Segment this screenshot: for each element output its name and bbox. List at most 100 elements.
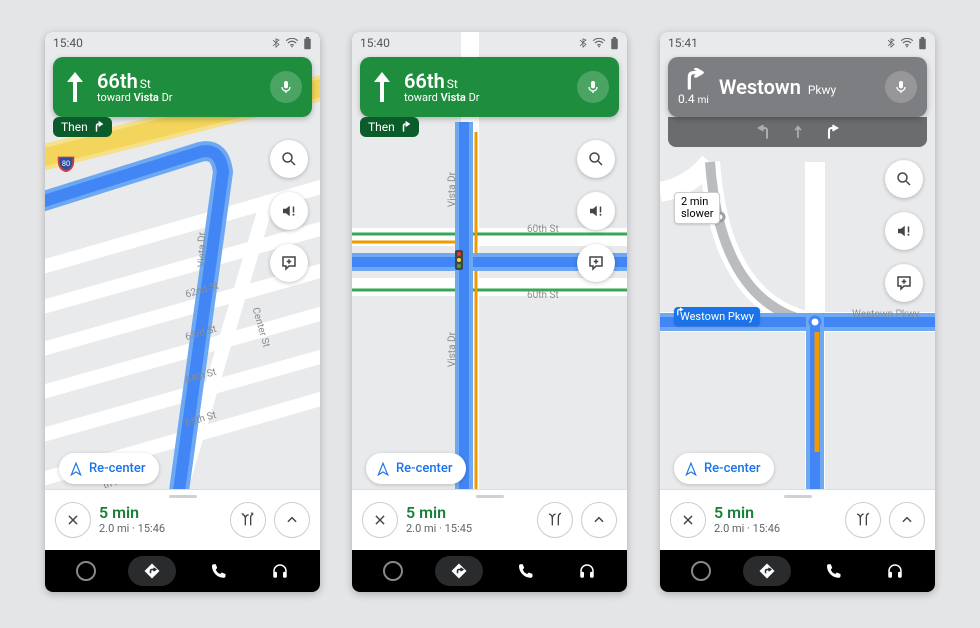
lane-guidance xyxy=(668,117,927,147)
status-bar: 15:40 xyxy=(45,32,320,54)
phone-screen-3: 2 min slower Westown Pkwy Westown Pkwy 1… xyxy=(660,32,935,592)
alt-route-label[interactable]: 2 min slower xyxy=(674,192,720,224)
alt-routes-button[interactable] xyxy=(537,502,573,538)
wifi-icon xyxy=(592,38,606,48)
nav-maps[interactable] xyxy=(743,556,791,586)
nav-maps[interactable] xyxy=(128,556,176,586)
voice-button[interactable] xyxy=(270,71,302,103)
bluetooth-icon xyxy=(886,37,896,49)
eta-sheet[interactable]: 5 min 2.0 mi · 15:46 xyxy=(660,489,935,550)
street-label: 60th St xyxy=(527,224,559,235)
eta-info: 5 min 2.0 mi · 15:46 xyxy=(99,504,222,535)
sound-button[interactable] xyxy=(270,192,308,230)
street-label: Vista Dr xyxy=(447,332,458,367)
battery-icon xyxy=(610,37,619,50)
recenter-button[interactable]: Re-center xyxy=(366,453,466,484)
recenter-button[interactable]: Re-center xyxy=(59,453,159,484)
nav-headphones[interactable] xyxy=(260,556,300,586)
highway-shield-icon: 80 xyxy=(55,152,77,174)
street-label: 60th St xyxy=(527,290,559,301)
voice-button[interactable] xyxy=(577,71,609,103)
nav-phone[interactable] xyxy=(505,556,545,586)
speech-plus-icon xyxy=(587,254,605,272)
turn-right-icon xyxy=(674,307,684,317)
direction-card[interactable]: 66thSt toward Vista Dr xyxy=(360,57,619,117)
close-nav-button[interactable] xyxy=(55,502,91,538)
system-navbar xyxy=(45,550,320,592)
phone-icon xyxy=(516,562,534,580)
routes-icon xyxy=(240,512,256,528)
route-name-label[interactable]: Westown Pkwy xyxy=(674,307,760,326)
search-button[interactable] xyxy=(885,160,923,198)
chevron-up-icon xyxy=(285,513,299,527)
up-arrow-icon xyxy=(370,70,394,104)
sound-button[interactable] xyxy=(885,212,923,250)
voice-button[interactable] xyxy=(885,71,917,103)
microphone-icon xyxy=(278,79,294,95)
alt-routes-button[interactable] xyxy=(230,502,266,538)
drag-handle[interactable] xyxy=(169,495,197,498)
nav-phone[interactable] xyxy=(198,556,238,586)
expand-sheet-button[interactable] xyxy=(581,502,617,538)
speaker-alert-icon xyxy=(587,202,605,220)
close-nav-button[interactable] xyxy=(670,502,706,538)
nav-headphones[interactable] xyxy=(567,556,607,586)
nav-home[interactable] xyxy=(681,556,721,586)
direction-text: Westown Pkwy xyxy=(719,76,875,98)
nav-home[interactable] xyxy=(373,556,413,586)
street-label: Westown Pkwy xyxy=(852,309,919,320)
close-icon xyxy=(373,513,387,527)
speaker-alert-icon xyxy=(895,222,913,240)
report-button[interactable] xyxy=(885,264,923,302)
nav-headphones[interactable] xyxy=(875,556,915,586)
phone-screen-2: 60th St 60th St Vista Dr Vista Dr 15:40 … xyxy=(352,32,627,592)
close-nav-button[interactable] xyxy=(362,502,398,538)
eta-sheet[interactable]: 5 min 2.0 mi · 15:45 xyxy=(352,489,627,550)
expand-sheet-button[interactable] xyxy=(274,502,310,538)
routes-icon xyxy=(547,512,563,528)
nav-arrow-icon xyxy=(69,462,83,476)
nav-phone[interactable] xyxy=(813,556,853,586)
lane-straight-icon xyxy=(791,122,805,142)
direction-card[interactable]: 66thSt toward Vista Dr xyxy=(53,57,312,117)
sound-button[interactable] xyxy=(577,192,615,230)
battery-icon xyxy=(303,37,312,50)
eta-info: 5 min 2.0 mi · 15:45 xyxy=(406,504,529,535)
nav-arrow-icon xyxy=(684,462,698,476)
phone-screen-1: 215 80 62nd St 63rd St 64th St 65th St t… xyxy=(45,32,320,592)
clock: 15:41 xyxy=(668,36,698,50)
turn-right-icon xyxy=(680,68,706,90)
up-arrow-icon xyxy=(63,70,87,104)
expand-sheet-button[interactable] xyxy=(889,502,925,538)
then-badge[interactable]: Then xyxy=(360,117,419,137)
then-badge[interactable]: Then xyxy=(53,117,112,137)
alt-routes-button[interactable] xyxy=(845,502,881,538)
clock: 15:40 xyxy=(53,36,83,50)
direction-text: 66thSt toward Vista Dr xyxy=(404,70,567,104)
nav-maps[interactable] xyxy=(435,556,483,586)
turn-right-icon xyxy=(399,121,411,133)
circle-icon xyxy=(691,561,711,581)
circle-icon xyxy=(383,561,403,581)
bluetooth-icon xyxy=(578,37,588,49)
lane-right-icon xyxy=(823,122,839,142)
phone-icon xyxy=(824,562,842,580)
recenter-button[interactable]: Re-center xyxy=(674,453,774,484)
direction-text: 66thSt toward Vista Dr xyxy=(97,70,260,104)
search-icon xyxy=(280,150,298,168)
direction-card[interactable]: 0.4 mi Westown Pkwy xyxy=(668,57,927,117)
report-button[interactable] xyxy=(577,244,615,282)
lane-left-icon xyxy=(757,122,773,142)
report-button[interactable] xyxy=(270,244,308,282)
svg-text:80: 80 xyxy=(62,159,70,168)
eta-sheet[interactable]: 5 min 2.0 mi · 15:46 xyxy=(45,489,320,550)
drag-handle[interactable] xyxy=(784,495,812,498)
headphones-icon xyxy=(578,562,596,580)
nav-home[interactable] xyxy=(66,556,106,586)
search-button[interactable] xyxy=(577,140,615,178)
clock: 15:40 xyxy=(360,36,390,50)
status-bar: 15:40 xyxy=(352,32,627,54)
street-label: Vista Dr xyxy=(447,172,458,207)
drag-handle[interactable] xyxy=(476,495,504,498)
search-button[interactable] xyxy=(270,140,308,178)
